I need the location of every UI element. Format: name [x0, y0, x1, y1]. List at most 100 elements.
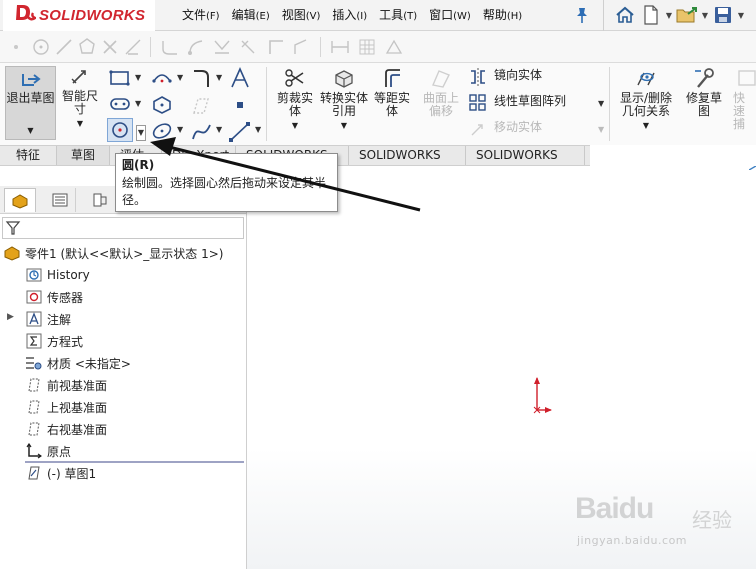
relations-dropdown[interactable]: ▼ [643, 121, 649, 130]
menu-help[interactable]: 帮助(H) [477, 0, 528, 31]
property-manager-tab[interactable] [44, 188, 76, 212]
dimension-icon[interactable] [330, 37, 350, 57]
tab-features[interactable]: 特征 [0, 146, 57, 165]
menu-insert[interactable]: 插入(I) [326, 0, 373, 31]
annotations-expander[interactable]: ▶ [7, 312, 14, 322]
display-delete-relations-button[interactable]: 显示/删除几何关系 ▼ [614, 67, 678, 132]
plane-icon[interactable] [190, 95, 212, 117]
text-icon[interactable] [228, 67, 252, 89]
move-entities-label[interactable]: 移动实体 [494, 121, 542, 134]
angle-line-icon[interactable] [123, 37, 143, 57]
tree-item-material[interactable]: 材质 <未指定> [25, 353, 131, 373]
exit-sketch-dropdown[interactable]: ▼ [6, 126, 55, 135]
linear-pattern-dropdown[interactable]: ▼ [598, 99, 604, 108]
sketch-fillet-icon[interactable] [186, 37, 206, 57]
chamfer-icon[interactable] [212, 37, 232, 57]
convert-entities-button[interactable]: 转换实体引用 ▼ [320, 67, 368, 132]
mirror-icon[interactable] [468, 67, 488, 87]
configuration-manager-tab[interactable] [84, 188, 116, 212]
slot-tool-icon[interactable] [108, 95, 132, 113]
solidworks-logo[interactable]: SOLIDWORKS [3, 0, 155, 31]
smart-dimension-button[interactable]: 智能尺寸 ▼ [58, 67, 102, 130]
tab-sketch[interactable]: 草图 [57, 146, 110, 165]
menu-file[interactable]: 文件(F) [176, 0, 226, 31]
circle-button[interactable] [107, 118, 133, 142]
open-dropdown[interactable]: ▼ [700, 3, 710, 27]
quick-snaps-button[interactable]: 快速捕 [732, 67, 756, 131]
tree-item-sketch1[interactable]: (-) 草图1 [25, 463, 96, 483]
slot-icon[interactable] [291, 37, 311, 57]
circle-tool-icon[interactable] [31, 37, 51, 57]
spline-dropdown[interactable]: ▼ [216, 125, 222, 134]
line-dropdown[interactable]: ▼ [255, 125, 261, 134]
tree-item-annotations[interactable]: 注解 [25, 309, 71, 329]
save-button[interactable] [710, 3, 736, 27]
tree-item-right-plane[interactable]: 右视基准面 [25, 419, 107, 439]
mirror-label[interactable]: 镜向实体 [494, 69, 542, 82]
plane-icon [25, 376, 43, 394]
pin-icon[interactable] [574, 6, 590, 24]
rollback-bar[interactable] [25, 461, 244, 463]
new-document-dropdown[interactable]: ▼ [664, 3, 674, 27]
linear-pattern-label[interactable]: 线性草图阵列 [494, 95, 566, 108]
arc-dropdown[interactable]: ▼ [177, 73, 183, 82]
tab-cam[interactable]: SOLIDWORKS CAM [466, 146, 585, 181]
corner-icon[interactable] [266, 37, 286, 57]
ellipse-dropdown[interactable]: ▼ [177, 125, 183, 134]
menu-tools[interactable]: 工具(T) [373, 0, 423, 31]
filter-icon[interactable] [5, 220, 21, 236]
tree-item-top-plane[interactable]: 上视基准面 [25, 397, 107, 417]
move-dropdown[interactable]: ▼ [598, 125, 604, 134]
feature-tree-tab[interactable] [4, 188, 36, 212]
rectangle-dropdown[interactable]: ▼ [135, 73, 141, 82]
tree-item-front-plane[interactable]: 前视基准面 [25, 375, 107, 395]
save-dropdown[interactable]: ▼ [736, 3, 746, 27]
exit-sketch-button[interactable]: 退出草图 ▼ [5, 66, 56, 140]
grid-icon[interactable] [357, 37, 377, 57]
point-tool-icon[interactable] [230, 95, 250, 115]
spline-icon[interactable] [190, 121, 214, 143]
move-entities-icon[interactable] [468, 119, 488, 139]
trim-entities-button[interactable]: 剪裁实体 ▼ [272, 67, 318, 132]
ellipse-icon[interactable] [150, 121, 174, 141]
tree-item-origin[interactable]: 原点 [25, 441, 71, 461]
fillet-tool-icon[interactable] [190, 67, 214, 89]
circle-dropdown[interactable]: ▼ [136, 125, 146, 141]
open-button[interactable] [674, 3, 700, 27]
menu-edit[interactable]: 编辑(E) [226, 0, 276, 31]
centerline-icon[interactable] [228, 121, 252, 143]
point-icon[interactable] [6, 37, 26, 57]
tree-item-history[interactable]: History [25, 265, 90, 285]
tree-item-equations[interactable]: 方程式 [25, 331, 83, 351]
linear-pattern-icon[interactable] [468, 93, 488, 113]
fillet-dropdown[interactable]: ▼ [216, 73, 222, 82]
menu-tools-label: 工具 [379, 8, 404, 22]
line-icon[interactable] [54, 37, 74, 57]
angle-icon[interactable] [384, 37, 404, 57]
polygon-icon[interactable] [77, 37, 97, 57]
trim-dropdown[interactable]: ▼ [292, 121, 298, 130]
menu-window-hotkey: (W) [453, 11, 471, 22]
menu-window-label: 窗口 [429, 8, 454, 22]
cross-icon[interactable] [100, 37, 120, 57]
fillet-icon[interactable] [160, 37, 180, 57]
convert-dropdown[interactable]: ▼ [341, 121, 347, 130]
tree-filter-field[interactable] [2, 217, 244, 239]
offset-label: 等距实体 [373, 91, 410, 118]
tab-mbd[interactable]: SOLIDWORKS MBD [349, 146, 466, 181]
smart-dimension-dropdown[interactable]: ▼ [77, 119, 83, 128]
home-button[interactable] [612, 3, 638, 27]
offset-entities-button[interactable]: 等距实体 [369, 67, 415, 118]
repair-sketch-button[interactable]: 修复草图 [681, 67, 727, 118]
slot-dropdown[interactable]: ▼ [135, 99, 141, 108]
rectangle-icon[interactable] [108, 69, 132, 87]
new-document-button[interactable] [638, 3, 664, 27]
tree-item-sensors[interactable]: 传感器 [25, 287, 83, 307]
polygon-tool-icon[interactable] [150, 95, 174, 115]
arc-icon[interactable] [150, 67, 176, 87]
tree-root-part[interactable]: 零件1 (默认<<默认>_显示状态 1>) [3, 243, 223, 263]
extend-icon[interactable] [238, 37, 258, 57]
offset-on-surface-button[interactable]: 曲面上偏移 [419, 67, 463, 118]
menu-window[interactable]: 窗口(W) [423, 0, 477, 31]
menu-view[interactable]: 视图(V) [276, 0, 327, 31]
